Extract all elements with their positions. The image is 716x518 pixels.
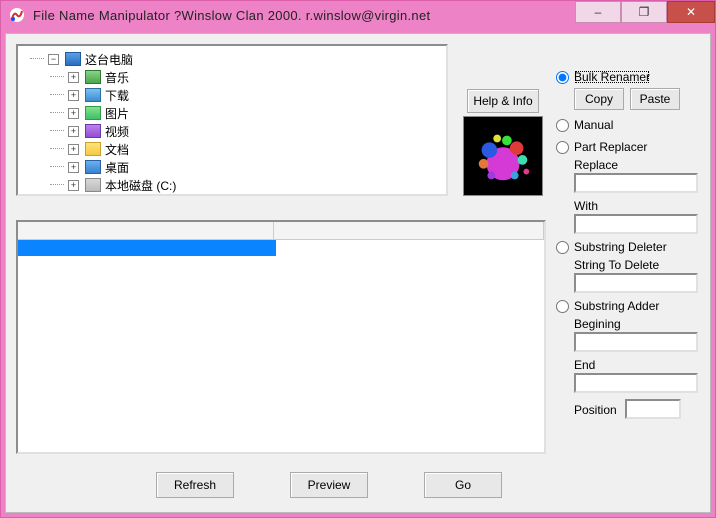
expand-icon[interactable]: + — [68, 108, 79, 119]
tree-item[interactable]: + 本地磁盘 (C:) — [68, 176, 442, 194]
tree-item[interactable]: +本地磁盘 (D:) — [68, 194, 442, 196]
go-button[interactable]: Go — [424, 472, 502, 498]
string-to-delete-input[interactable] — [574, 273, 698, 293]
manual-radio[interactable] — [556, 119, 569, 132]
paste-button[interactable]: Paste — [630, 88, 680, 110]
pic-icon — [85, 106, 101, 120]
replace-label: Replace — [574, 158, 700, 172]
substring-adder-radio[interactable] — [556, 300, 569, 313]
replace-input[interactable] — [574, 173, 698, 193]
drive-icon — [85, 178, 101, 192]
tree-item-label: 视频 — [105, 123, 129, 140]
with-input[interactable] — [574, 214, 698, 234]
tree-root[interactable]: − 这台电脑 — [48, 50, 442, 68]
expand-icon[interactable]: + — [68, 90, 79, 101]
logo-image — [463, 116, 543, 196]
dl-icon — [85, 88, 101, 102]
tree-item-label: 本地磁盘 (C:) — [105, 177, 176, 194]
position-input[interactable] — [625, 399, 681, 419]
position-label: Position — [574, 403, 617, 417]
tree-item[interactable]: + 桌面 — [68, 158, 442, 176]
list-header[interactable] — [18, 222, 544, 240]
bulk-renamer-radio[interactable] — [556, 71, 569, 84]
tree-item-label: 桌面 — [105, 159, 129, 176]
app-icon — [9, 7, 25, 23]
preview-button[interactable]: Preview — [290, 472, 368, 498]
list-column-1[interactable] — [18, 222, 274, 239]
close-button[interactable]: ✕ — [667, 1, 715, 23]
substring-deleter-radio[interactable] — [556, 241, 569, 254]
tree-item-label: 图片 — [105, 105, 129, 122]
tree-item-label: 文档 — [105, 141, 129, 158]
list-column-2[interactable] — [274, 222, 544, 239]
refresh-button[interactable]: Refresh — [156, 472, 234, 498]
tree-item[interactable]: + 图片 — [68, 104, 442, 122]
with-label: With — [574, 199, 700, 213]
tree-item-label: 音乐 — [105, 69, 129, 86]
tree-item[interactable]: + 文档 — [68, 140, 442, 158]
substring-adder-label: Substring Adder — [574, 299, 659, 313]
client-area: − 这台电脑 + 音乐 + 下载 + 图片 + 视频 + 文档 + 桌面 + 本地磁盘 (C:)+本地磁盘… — [5, 33, 711, 513]
music-icon — [85, 70, 101, 84]
file-list[interactable] — [16, 220, 546, 454]
end-input[interactable] — [574, 373, 698, 393]
tree-item[interactable]: + 下载 — [68, 86, 442, 104]
tree-item[interactable]: + 视频 — [68, 122, 442, 140]
bulk-renamer-label: Bulk Renamer — [574, 70, 650, 84]
part-replacer-label: Part Replacer — [574, 140, 647, 154]
begining-label: Begining — [574, 317, 700, 331]
expand-icon[interactable]: + — [68, 180, 79, 191]
expand-icon[interactable]: + — [68, 162, 79, 173]
computer-icon — [65, 52, 81, 66]
help-info-button[interactable]: Help & Info — [467, 89, 539, 113]
maximize-button[interactable]: ❐ — [621, 1, 667, 23]
expand-icon[interactable]: + — [68, 126, 79, 137]
tree-item-label: 下载 — [105, 87, 129, 104]
copy-button[interactable]: Copy — [574, 88, 624, 110]
vid-icon — [85, 124, 101, 138]
string-to-delete-label: String To Delete — [574, 258, 700, 272]
list-selected-row[interactable] — [18, 240, 276, 256]
doc-icon — [85, 142, 101, 156]
collapse-icon[interactable]: − — [48, 54, 59, 65]
tree-item-label: 本地磁盘 (D:) — [105, 195, 176, 197]
tree-root-label: 这台电脑 — [85, 51, 133, 68]
manual-label: Manual — [574, 118, 613, 132]
expand-icon[interactable]: + — [68, 72, 79, 83]
minimize-button[interactable]: – — [575, 1, 621, 23]
part-replacer-radio[interactable] — [556, 141, 569, 154]
folder-tree[interactable]: − 这台电脑 + 音乐 + 下载 + 图片 + 视频 + 文档 + 桌面 + 本地磁盘 (C:)+本地磁盘… — [16, 44, 448, 196]
tree-item[interactable]: + 音乐 — [68, 68, 442, 86]
end-label: End — [574, 358, 700, 372]
window-title: File Name Manipulator ?Winslow Clan 2000… — [33, 8, 430, 23]
options-panel: Bulk Renamer Copy Paste Manual Part Repl… — [556, 70, 700, 419]
begining-input[interactable] — [574, 332, 698, 352]
desk-icon — [85, 160, 101, 174]
substring-deleter-label: Substring Deleter — [574, 240, 667, 254]
titlebar[interactable]: File Name Manipulator ?Winslow Clan 2000… — [1, 1, 715, 29]
expand-icon[interactable]: + — [68, 144, 79, 155]
window-frame: File Name Manipulator ?Winslow Clan 2000… — [0, 0, 716, 518]
